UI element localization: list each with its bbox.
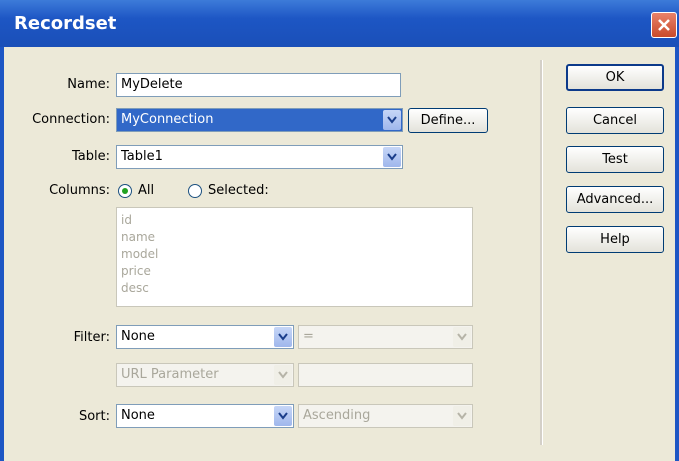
filter-param-type-select[interactable]: URL Parameter [116,363,294,387]
filter-param-type-dropdown-button[interactable] [274,365,292,385]
sort-order-value: Ascending [303,408,371,423]
sort-label: Sort: [78,409,110,424]
table-dropdown-button[interactable] [383,147,401,167]
filter-param-value-input[interactable] [298,363,473,387]
filter-operator-select[interactable]: = [298,325,473,349]
table-label: Table: [72,149,110,164]
window-frame-right [675,47,679,461]
columns-listbox[interactable]: id name model price desc [116,207,473,307]
table-select[interactable]: Table1 [116,145,403,169]
filter-param-type-value: URL Parameter [121,367,219,382]
name-label: Name: [67,77,110,92]
columns-selected-label: Selected: [208,183,269,198]
sort-order-dropdown-button[interactable] [453,406,471,426]
chevron-down-icon [387,116,397,124]
chevron-down-icon [278,412,288,420]
vertical-separator [540,60,543,445]
close-icon [658,19,670,31]
filter-column-select[interactable]: None [116,325,294,349]
connection-select[interactable]: MyConnection [116,108,403,132]
help-button[interactable]: Help [566,226,664,253]
cancel-button[interactable]: Cancel [566,107,664,134]
columns-label: Columns: [49,183,110,198]
list-item[interactable]: price [121,263,468,280]
columns-all-radio[interactable] [118,184,132,198]
advanced-button[interactable]: Advanced... [566,186,664,213]
close-button[interactable] [651,12,677,38]
list-item[interactable]: name [121,229,468,246]
ok-button[interactable]: OK [566,64,664,91]
sort-column-value: None [121,408,155,423]
title-bar[interactable]: Recordset [0,0,679,47]
filter-column-value: None [121,329,155,344]
test-button[interactable]: Test [566,146,664,173]
connection-dropdown-button[interactable] [383,110,401,130]
list-item[interactable]: desc [121,280,468,297]
list-item[interactable]: model [121,246,468,263]
chevron-down-icon [457,333,467,341]
window-frame-left [0,47,4,461]
chevron-down-icon [457,412,467,420]
columns-selected-radio[interactable] [188,184,202,198]
define-button[interactable]: Define... [408,108,488,133]
chevron-down-icon [387,153,397,161]
filter-dropdown-button[interactable] [274,327,292,347]
connection-label: Connection: [32,112,110,127]
sort-column-select[interactable]: None [116,404,294,428]
list-item[interactable]: id [121,212,468,229]
filter-operator-dropdown-button[interactable] [453,327,471,347]
filter-label: Filter: [73,330,110,345]
columns-all-label: All [138,183,155,198]
radio-selected-dot [122,188,128,194]
filter-operator-value: = [303,329,314,344]
connection-value: MyConnection [121,112,214,127]
sort-dropdown-button[interactable] [274,406,292,426]
chevron-down-icon [278,371,288,379]
chevron-down-icon [278,333,288,341]
name-input[interactable]: MyDelete [116,73,401,97]
window-title: Recordset [14,13,117,34]
table-value: Table1 [121,149,163,164]
sort-order-select[interactable]: Ascending [298,404,473,428]
